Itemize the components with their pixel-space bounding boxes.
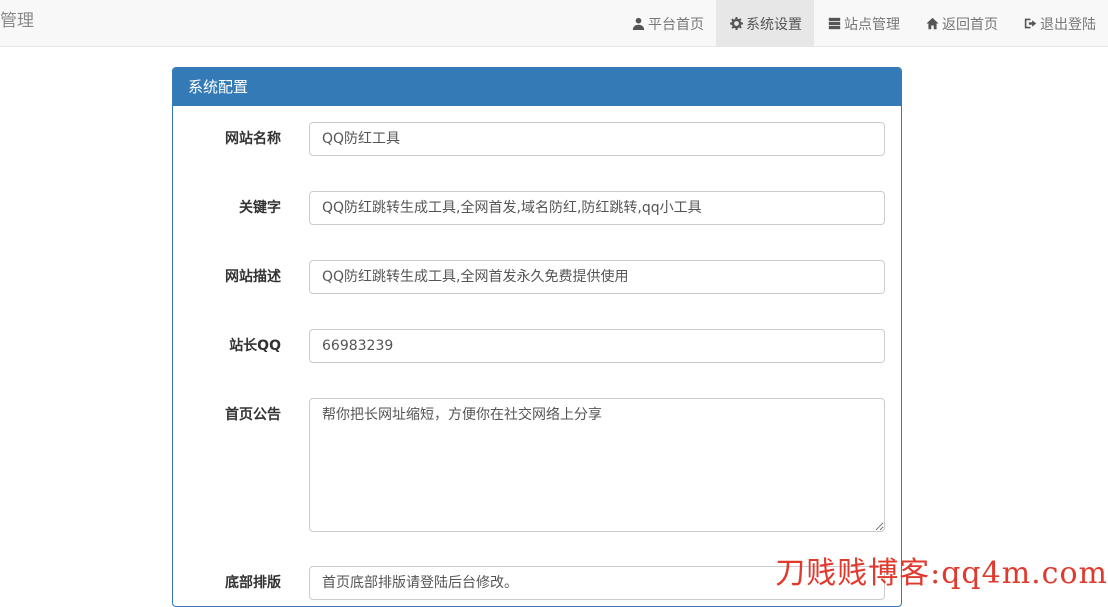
top-navbar: 管理 平台首页 系统设置 站点管理 返回首页 xyxy=(0,0,1108,47)
nav-item-label: 平台首页 xyxy=(648,14,704,34)
nav-item-platform-home[interactable]: 平台首页 xyxy=(618,0,716,47)
nav-item-site-management[interactable]: 站点管理 xyxy=(814,0,912,47)
description-label: 网站描述 xyxy=(173,260,281,294)
nav-item-label: 站点管理 xyxy=(844,14,900,34)
watermark-text: 刀贱贱博客:qq4m.com xyxy=(775,548,1108,592)
nav-item-logout[interactable]: 退出登陆 xyxy=(1010,0,1108,47)
nav-item-label: 返回首页 xyxy=(942,14,998,34)
keywords-label: 关键字 xyxy=(173,191,281,225)
announcement-label: 首页公告 xyxy=(173,398,281,432)
logout-icon xyxy=(1022,17,1038,31)
user-icon xyxy=(630,17,646,31)
admin-qq-input[interactable]: 66983239 xyxy=(309,329,885,363)
announcement-textarea[interactable]: 帮你把长网址缩短，方便你在社交网络上分享 xyxy=(309,398,885,532)
description-input[interactable]: QQ防红跳转生成工具,全网首发永久免费提供使用 xyxy=(309,260,885,294)
system-config-panel: 系统配置 网站名称 QQ防红工具 关键字 QQ防红跳转生成工具,全网首发,域名防… xyxy=(172,67,902,607)
nav-item-back-home[interactable]: 返回首页 xyxy=(912,0,1010,47)
nav-item-label: 系统设置 xyxy=(746,14,802,34)
server-icon xyxy=(826,17,842,31)
gear-icon xyxy=(728,17,744,31)
keywords-input[interactable]: QQ防红跳转生成工具,全网首发,域名防红,防红跳转,qq小工具 xyxy=(309,191,885,225)
site-name-input[interactable]: QQ防红工具 xyxy=(309,122,885,156)
panel-title: 系统配置 xyxy=(173,68,901,106)
home-icon xyxy=(924,17,940,31)
footer-label: 底部排版 xyxy=(173,566,281,600)
nav-menu: 平台首页 系统设置 站点管理 返回首页 退出登陆 xyxy=(618,0,1108,47)
nav-item-label: 退出登陆 xyxy=(1040,14,1096,34)
brand-title[interactable]: 管理 xyxy=(0,10,34,32)
nav-item-system-settings[interactable]: 系统设置 xyxy=(716,0,814,47)
admin-qq-label: 站长QQ xyxy=(173,329,281,363)
site-name-label: 网站名称 xyxy=(173,122,281,156)
